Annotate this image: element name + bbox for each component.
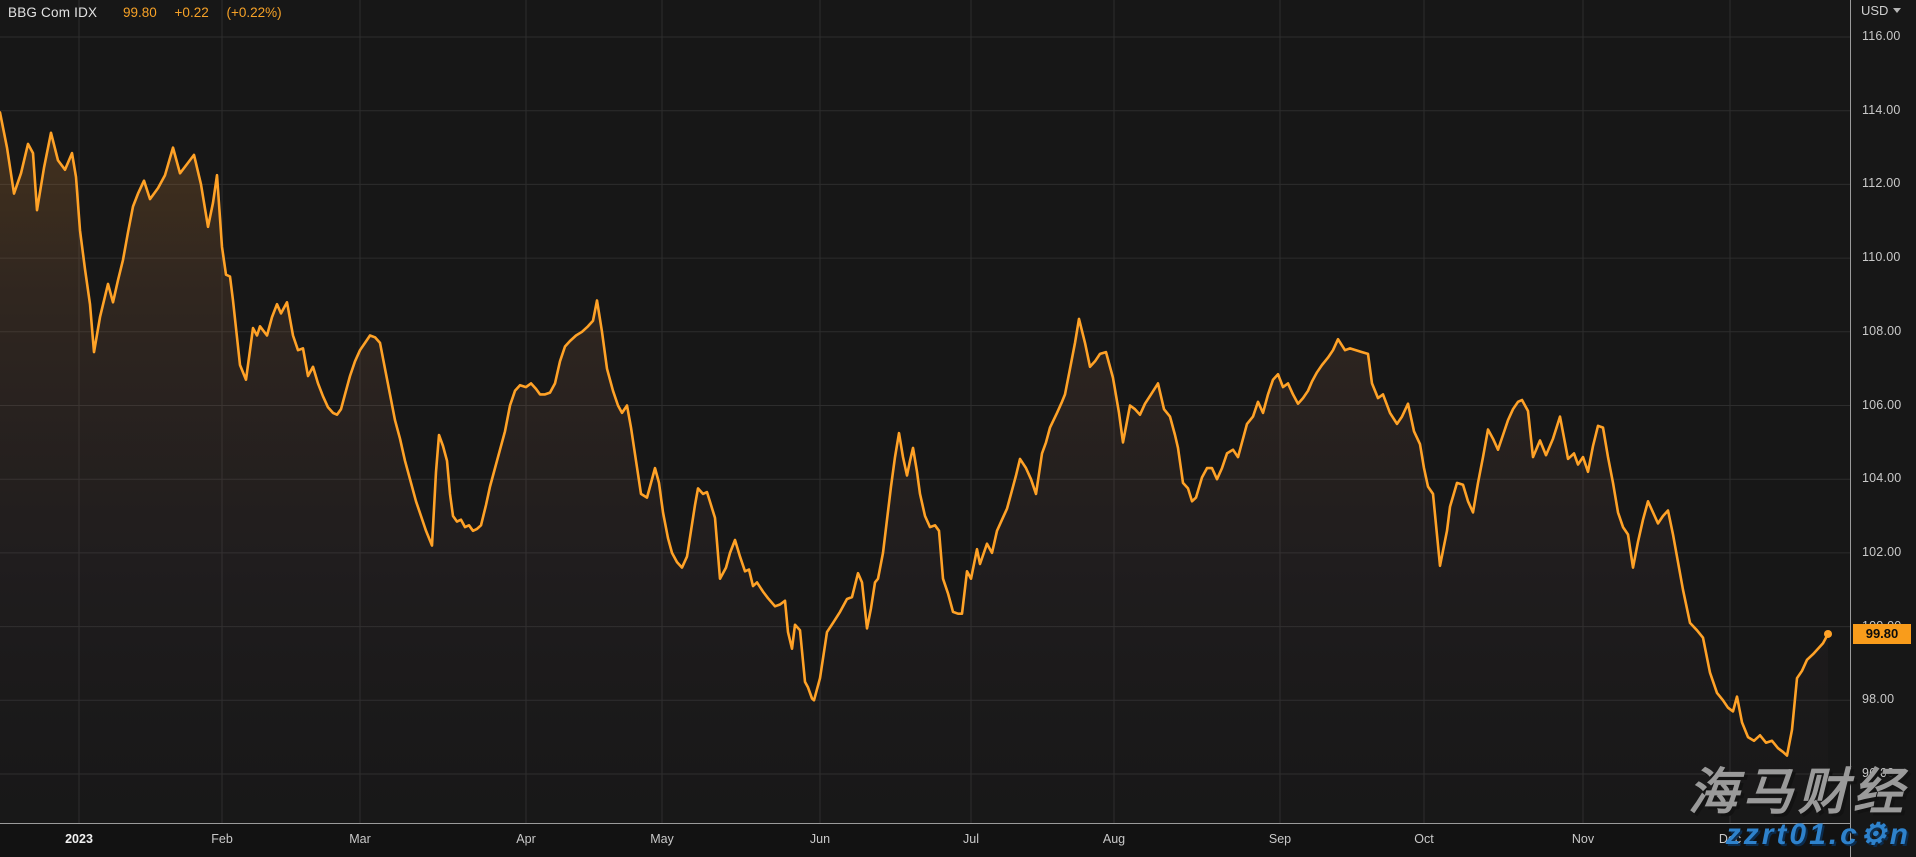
x-tick-label-may: May <box>650 832 674 846</box>
y-tick-label: 104.00 <box>1862 471 1901 485</box>
chevron-down-icon <box>1893 8 1901 13</box>
x-tick-label-oct: Oct <box>1414 832 1433 846</box>
y-tick-label: 102.00 <box>1862 545 1901 559</box>
y-tick-label: 110.00 <box>1862 250 1901 264</box>
y-tick-label: 108.00 <box>1862 324 1901 338</box>
chart-header: BBG Com IDX 99.80 +0.22 (+0.22%) <box>8 5 282 20</box>
last-price-dot <box>1824 630 1832 638</box>
y-tick-label: 114.00 <box>1862 103 1901 117</box>
x-tick-label-feb: Feb <box>211 832 233 846</box>
price-line-chart <box>0 0 1850 823</box>
x-tick-label-2023: 2023 <box>65 832 93 846</box>
x-tick-label-nov: Nov <box>1572 832 1594 846</box>
y-tick-label: 112.00 <box>1862 176 1901 190</box>
currency-label: USD <box>1861 3 1888 18</box>
y-tick-label: 116.00 <box>1862 29 1901 43</box>
last-price: 99.80 <box>123 5 157 20</box>
price-chart-area[interactable] <box>0 0 1850 823</box>
y-axis-panel: USD 116.00 114.00 112.00 110.00 108.00 106.00… <box>1850 0 1916 857</box>
y-tick-label: 98.00 <box>1862 692 1894 706</box>
x-axis: 2023 Feb Mar Apr May Jun Jul Aug Sep Oct Nov Dec <box>0 823 1916 857</box>
x-tick-label-aug: Aug <box>1103 832 1125 846</box>
price-change-pct: (+0.22%) <box>226 5 281 20</box>
price-change: +0.22 <box>175 5 209 20</box>
currency-dropdown[interactable]: USD <box>1861 3 1901 18</box>
x-tick-label-jun: Jun <box>810 832 830 846</box>
x-tick-label-dec: Dec <box>1719 832 1741 846</box>
y-tick-label: 96.00 <box>1862 766 1894 780</box>
x-tick-label-mar: Mar <box>349 832 371 846</box>
x-tick-label-sep: Sep <box>1269 832 1291 846</box>
area-fill <box>0 113 1828 824</box>
y-tick-label: 106.00 <box>1862 398 1901 412</box>
x-tick-label-apr: Apr <box>516 832 535 846</box>
last-price-badge: 99.80 <box>1853 624 1911 644</box>
instrument-name: BBG Com IDX <box>8 5 97 20</box>
x-tick-label-jul: Jul <box>963 832 979 846</box>
chart-window: BBG Com IDX 99.80 +0.22 (+0.22%) USD 116… <box>0 0 1916 857</box>
